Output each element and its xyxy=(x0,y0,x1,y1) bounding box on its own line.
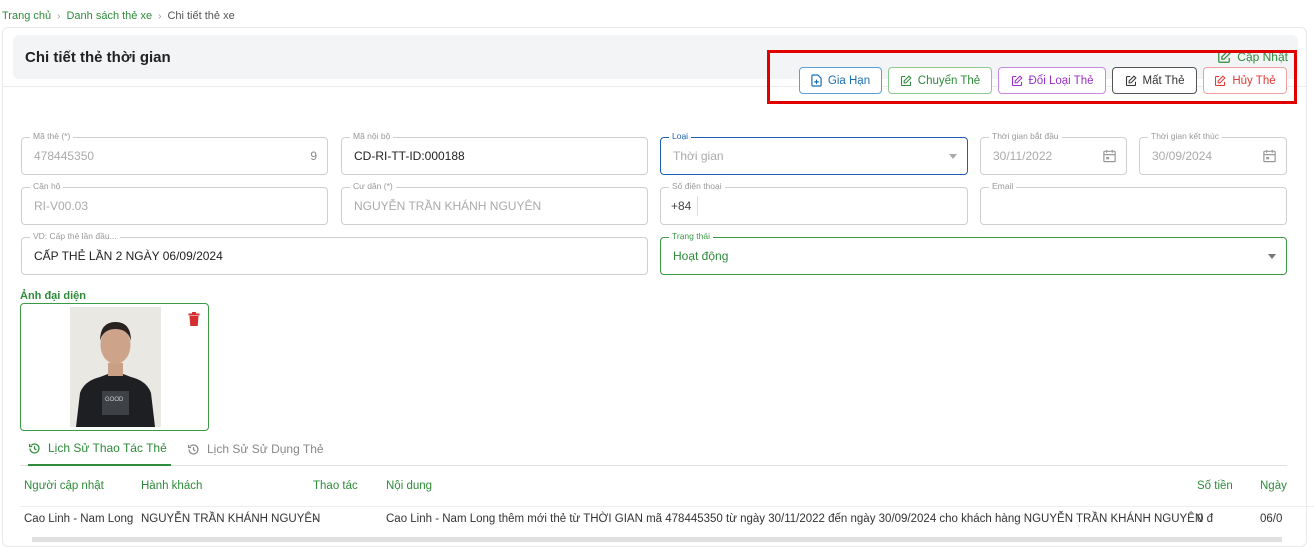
cancel-card-button[interactable]: Hủy Thẻ xyxy=(1203,67,1287,94)
email-field[interactable]: Email xyxy=(980,181,1287,225)
resident-value: NGUYỄN TRẦN KHÁNH NGUYÊN xyxy=(354,199,542,213)
end-date-field[interactable]: Thời gian kết thúc 30/09/2024 xyxy=(1139,131,1287,175)
breadcrumb-current: Chi tiết thẻ xe xyxy=(167,10,235,22)
start-date-value: 30/11/2022 xyxy=(993,149,1053,163)
column-header-amount: Số tiền xyxy=(1197,480,1233,492)
resident-label: Cư dân (*) xyxy=(350,181,396,191)
cancel-card-button-label: Hủy Thẻ xyxy=(1232,74,1276,87)
edit-icon xyxy=(1125,74,1137,86)
cell-date: 06/0 xyxy=(1260,513,1283,525)
tab-usage-history[interactable]: Lịch Sử Sử Dụng Thẻ xyxy=(187,432,324,466)
page-title: Chi tiết thẻ thời gian xyxy=(25,49,171,66)
breadcrumb-separator-icon: › xyxy=(57,10,61,22)
card-code-field[interactable]: Mã thẻ (*) 478445350 9 xyxy=(21,131,328,175)
transfer-button-label: Chuyển Thẻ xyxy=(917,74,981,87)
extend-button-label: Gia Hạn xyxy=(827,74,871,87)
breadcrumb-separator-icon: › xyxy=(158,10,162,22)
phone-country-code[interactable]: +84 xyxy=(671,199,691,213)
status-value: Hoạt động xyxy=(673,249,729,263)
column-header-date: Ngày xyxy=(1260,480,1287,492)
status-select[interactable]: Trạng thái Hoạt động xyxy=(660,231,1287,275)
chevron-down-icon xyxy=(1268,254,1276,259)
status-label: Trạng thái xyxy=(669,231,713,241)
end-date-label: Thời gian kết thúc xyxy=(1148,131,1222,141)
tab-label: Lịch Sử Sử Dụng Thẻ xyxy=(207,442,324,456)
internal-code-value: CD-RI-TT-ID:000188 xyxy=(354,149,465,163)
change-type-button-label: Đổi Loại Thẻ xyxy=(1028,74,1094,87)
cell-content: Cao Linh - Nam Long thêm mới thẻ từ THỜI… xyxy=(386,513,1204,525)
history-icon xyxy=(29,442,40,454)
card-type-label: Loại xyxy=(669,131,692,141)
avatar-label: Ảnh đại diện xyxy=(20,290,86,302)
edit-icon xyxy=(900,74,912,86)
svg-text:GOOD: GOOD xyxy=(105,397,124,403)
change-type-button[interactable]: Đổi Loại Thẻ xyxy=(998,67,1106,94)
history-tabs: Lịch Sử Thao Tác Thẻ Lịch Sử Sử Dụng Thẻ xyxy=(20,432,1287,466)
detail-card: Chi tiết thẻ thời gian Cập Nhật xyxy=(2,27,1307,547)
internal-code-label: Mã nội bộ xyxy=(350,131,394,141)
transfer-button[interactable]: Chuyển Thẻ xyxy=(888,67,992,94)
calendar-icon[interactable] xyxy=(1102,148,1117,164)
note-field[interactable]: VD: Cấp thẻ lần đầu... CẤP THẺ LẦN 2 NGÀ… xyxy=(21,231,648,275)
email-label: Email xyxy=(989,181,1017,191)
start-date-label: Thời gian bắt đầu xyxy=(989,131,1062,141)
phone-label: Số điện thoại xyxy=(669,181,725,191)
internal-code-field[interactable]: Mã nội bộ CD-RI-TT-ID:000188 xyxy=(341,131,648,175)
apartment-field[interactable]: Căn hộ RI-V00.03 xyxy=(21,181,328,225)
apartment-value: RI-V00.03 xyxy=(34,199,89,213)
phone-separator xyxy=(697,196,698,216)
calendar-icon[interactable] xyxy=(1262,148,1277,164)
column-header-content: Nội dung xyxy=(386,480,433,492)
note-label: VD: Cấp thẻ lần đầu... xyxy=(30,231,120,241)
start-date-field[interactable]: Thời gian bắt đầu 30/11/2022 xyxy=(980,131,1127,175)
avatar-photo: GOOD xyxy=(70,307,161,427)
chevron-down-icon xyxy=(949,154,957,159)
card-type-select[interactable]: Loại Thời gian xyxy=(660,131,968,175)
avatar-upload-box[interactable]: GOOD xyxy=(20,303,209,431)
lost-card-button[interactable]: Mất Thẻ xyxy=(1112,67,1197,94)
resident-field[interactable]: Cư dân (*) NGUYỄN TRẦN KHÁNH NGUYÊN xyxy=(341,181,648,225)
tab-label: Lịch Sử Thao Tác Thẻ xyxy=(48,441,167,455)
history-table-header: Người cập nhật Hành khách Thao tác Nội d… xyxy=(20,474,1314,500)
edit-icon xyxy=(1215,74,1226,86)
end-date-value: 30/09/2024 xyxy=(1152,149,1213,163)
history-icon xyxy=(188,443,199,455)
cell-passenger: NGUYỄN TRẦN KHÁNH NGUYÊN xyxy=(141,513,321,525)
card-type-value: Thời gian xyxy=(673,149,724,163)
lost-card-button-label: Mất Thẻ xyxy=(1142,74,1185,87)
card-code-value: 478445350 xyxy=(34,149,95,163)
trash-icon[interactable] xyxy=(188,312,200,326)
cell-updater: Cao Linh - Nam Long xyxy=(24,513,134,525)
card-code-label: Mã thẻ (*) xyxy=(30,131,74,141)
apartment-label: Căn hộ xyxy=(30,181,64,191)
file-plus-icon xyxy=(811,74,822,87)
breadcrumb-home-link[interactable]: Trang chủ xyxy=(2,10,51,22)
cell-action: - xyxy=(313,513,317,525)
breadcrumb: Trang chủ › Danh sách thẻ xe › Chi tiết … xyxy=(2,10,235,22)
card-code-suffix: 9 xyxy=(310,149,317,163)
edit-icon xyxy=(1011,74,1023,86)
table-row: Cao Linh - Nam Long NGUYỄN TRẦN KHÁNH NG… xyxy=(20,506,1314,532)
horizontal-scrollbar[interactable] xyxy=(32,537,1282,542)
column-header-passenger: Hành khách xyxy=(141,480,203,492)
column-header-action: Thao tác xyxy=(313,480,358,492)
extend-button[interactable]: Gia Hạn xyxy=(799,67,882,94)
phone-field[interactable]: Số điện thoại +84 xyxy=(660,181,968,225)
tab-operation-history[interactable]: Lịch Sử Thao Tác Thẻ xyxy=(28,432,171,466)
column-header-updater: Người cập nhật xyxy=(24,480,104,492)
breadcrumb-list-link[interactable]: Danh sách thẻ xe xyxy=(66,10,152,22)
cell-amount: 0 đ xyxy=(1197,513,1213,525)
note-value: CẤP THẺ LẦN 2 NGÀY 06/09/2024 xyxy=(34,249,223,263)
